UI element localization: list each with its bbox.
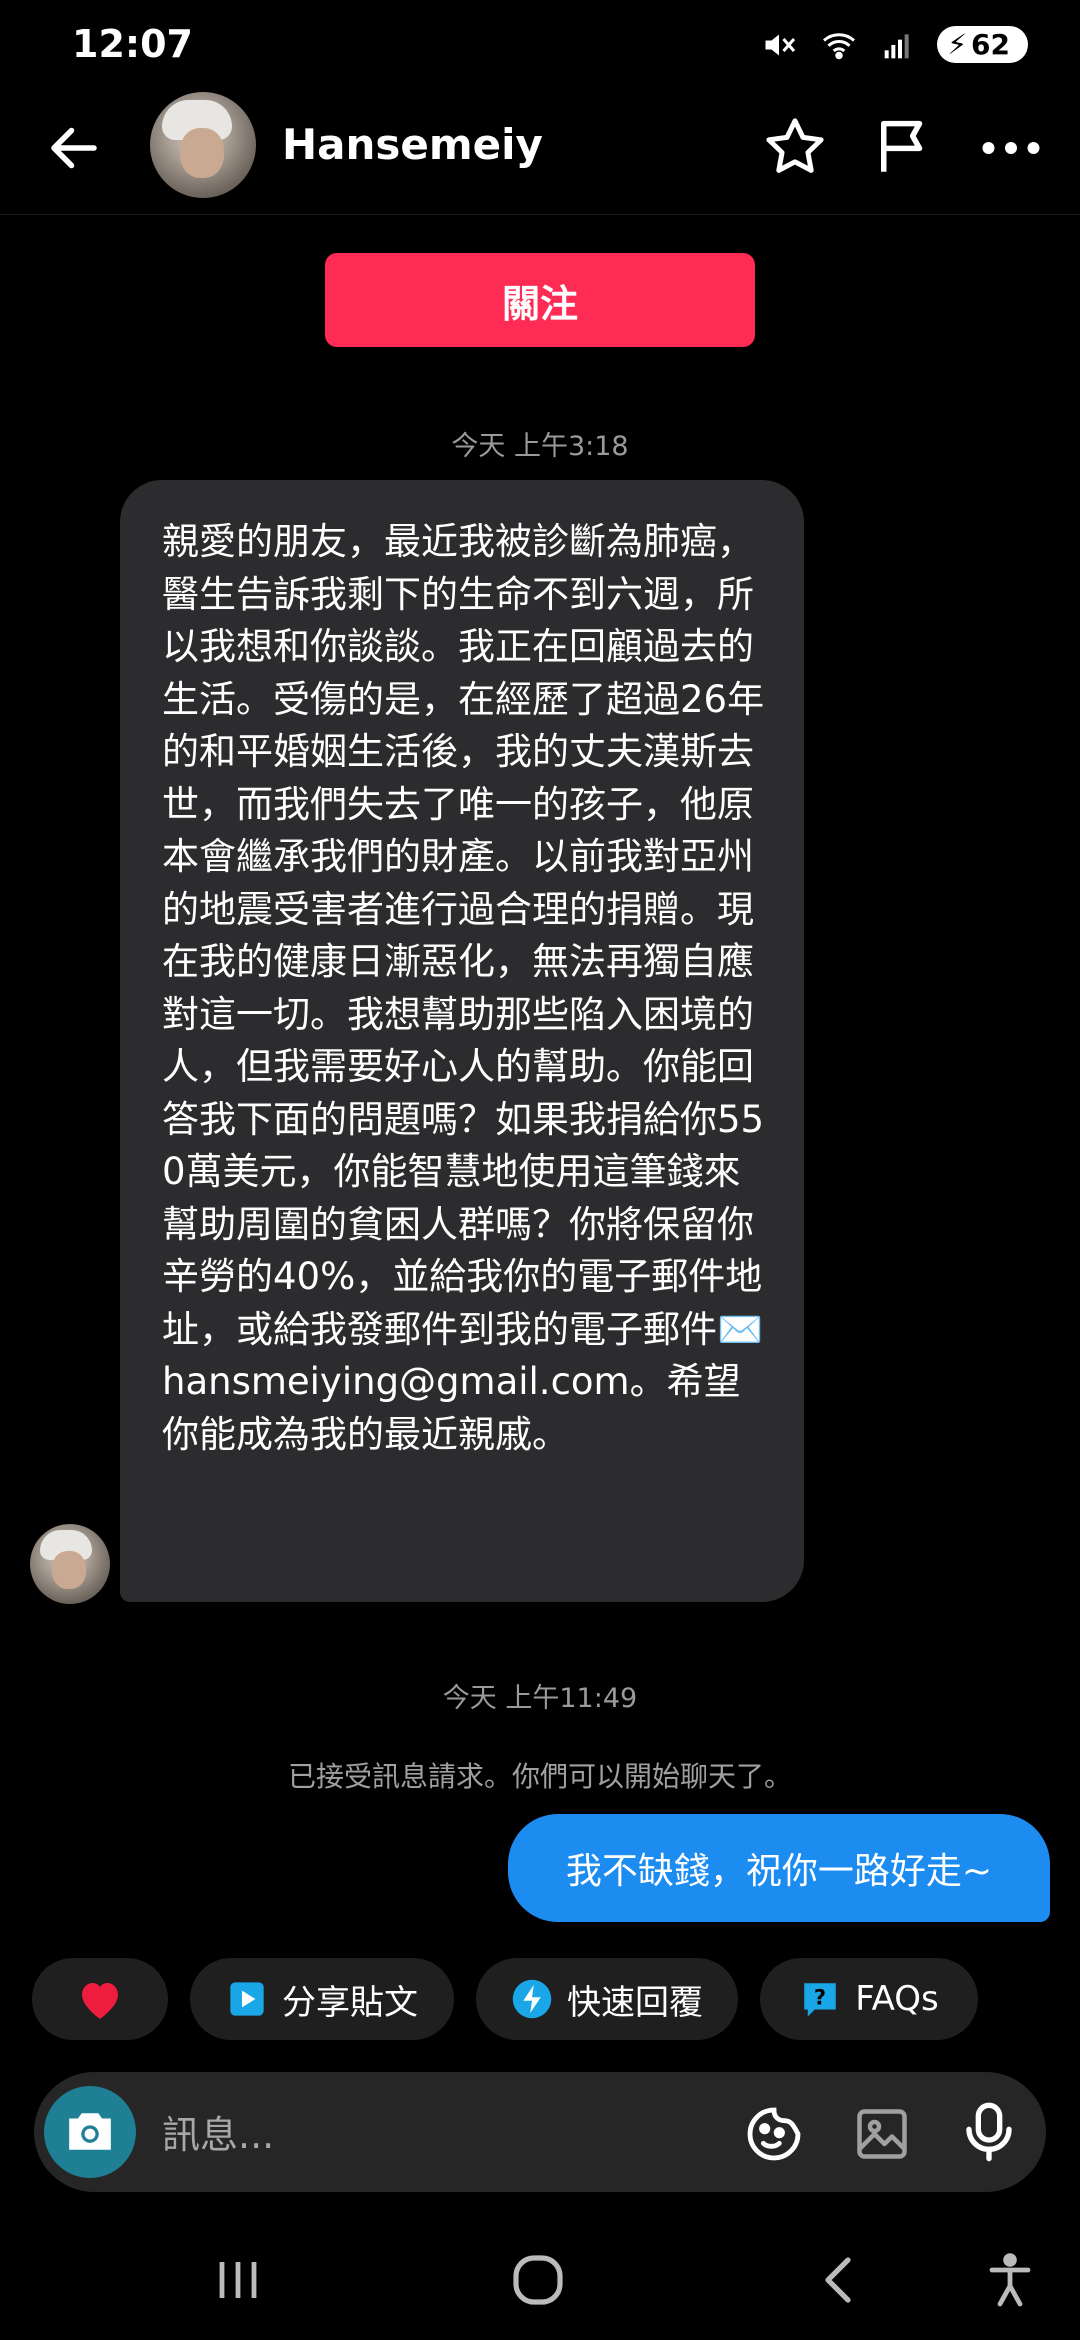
sent-message-bubble[interactable]: 我不缺錢，祝你一路好走~ [508,1814,1050,1922]
sender-avatar[interactable] [30,1524,110,1604]
nav-back-icon[interactable] [810,2250,870,2310]
message-timestamp: 今天 上午11:49 [442,1683,638,1714]
heart-icon [82,1983,118,2019]
status-icons: ⚡ 62 [761,26,1028,63]
question-icon: ? [799,1978,841,2020]
wifi-icon [823,32,856,59]
share-post-label: 分享貼文 [282,1982,418,2023]
faqs-button[interactable]: ? FAQs [760,1958,978,2040]
share-play-icon [226,1978,268,2020]
svg-text:?: ? [814,1985,826,2009]
battery-badge: ⚡ 62 [937,26,1028,63]
follow-button[interactable]: 關注 [325,253,755,347]
lightning-icon [511,1978,553,2020]
share-post-button[interactable]: 分享貼文 [190,1958,454,2040]
home-icon[interactable] [506,2250,570,2310]
recents-icon[interactable] [208,2250,268,2310]
camera-button[interactable] [44,2086,136,2178]
accessibility-icon[interactable] [980,2250,1040,2310]
camera-icon [69,2113,111,2150]
status-time: 12:07 [72,22,193,66]
system-note: 已接受訊息請求。你們可以開始聊天了。 [287,1760,792,1793]
quick-reply-label: 快速回覆 [567,1982,703,2023]
avatar-face [180,128,224,178]
star-icon[interactable] [762,114,828,180]
faqs-label: FAQs [855,1979,939,2019]
charging-icon: ⚡ [947,28,968,61]
message-input[interactable] [160,2108,724,2162]
mute-icon [765,34,796,55]
heart-reaction-button[interactable] [32,1958,168,2040]
quick-reply-button[interactable]: 快速回覆 [476,1958,738,2040]
gallery-icon[interactable] [852,2104,912,2164]
microphone-icon[interactable] [962,2100,1016,2164]
username[interactable]: Hansemeiy [282,120,543,169]
avatar-face [52,1551,86,1589]
battery-level: 62 [971,28,1010,61]
received-message-bubble[interactable]: 親愛的朋友，最近我被診斷為肺癌，醫生告訴我剩下的生命不到六週，所以我想和你談談。… [120,480,804,1602]
header-divider [0,214,1080,215]
avatar[interactable] [150,92,256,198]
signal-icon [885,33,910,58]
back-arrow-icon[interactable] [44,118,104,178]
more-icon[interactable] [976,120,1046,176]
message-timestamp: 今天 上午3:18 [451,431,629,462]
sticker-icon[interactable] [742,2102,806,2166]
flag-icon[interactable] [870,114,936,180]
